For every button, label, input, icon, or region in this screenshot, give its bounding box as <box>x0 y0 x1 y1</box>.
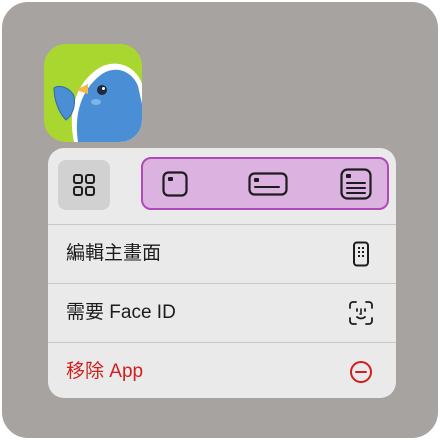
minus-circle-icon <box>348 359 374 385</box>
remove-app-label: 移除 App <box>66 361 144 382</box>
bird-app-icon[interactable] <box>44 44 142 142</box>
require-face-id-label: 需要 Face ID <box>66 302 176 323</box>
grid-icon <box>73 174 95 196</box>
edit-home-screen-label: 編輯主畫面 <box>66 243 162 264</box>
widget-medium-icon <box>248 171 288 196</box>
phone-edit-icon <box>348 241 374 267</box>
widget-size-selector <box>141 157 389 210</box>
widget-size-large-option[interactable] <box>331 159 381 208</box>
home-screen-background: 編輯主畫面 需要 Face ID 移除 App <box>0 0 440 440</box>
require-face-id-item[interactable]: 需要 Face ID <box>48 284 396 342</box>
edit-home-screen-item[interactable]: 編輯主畫面 <box>48 225 396 283</box>
widget-size-row <box>48 148 396 226</box>
widget-small-icon <box>162 170 188 197</box>
widget-large-icon <box>340 167 372 200</box>
remove-app-item[interactable]: 移除 App <box>48 343 396 398</box>
context-menu: 編輯主畫面 需要 Face ID 移除 App <box>48 148 396 398</box>
widget-size-small-option[interactable] <box>155 159 195 208</box>
face-id-icon <box>348 300 374 326</box>
grid-icon-button[interactable] <box>58 160 110 210</box>
widget-size-medium-option[interactable] <box>238 159 298 208</box>
